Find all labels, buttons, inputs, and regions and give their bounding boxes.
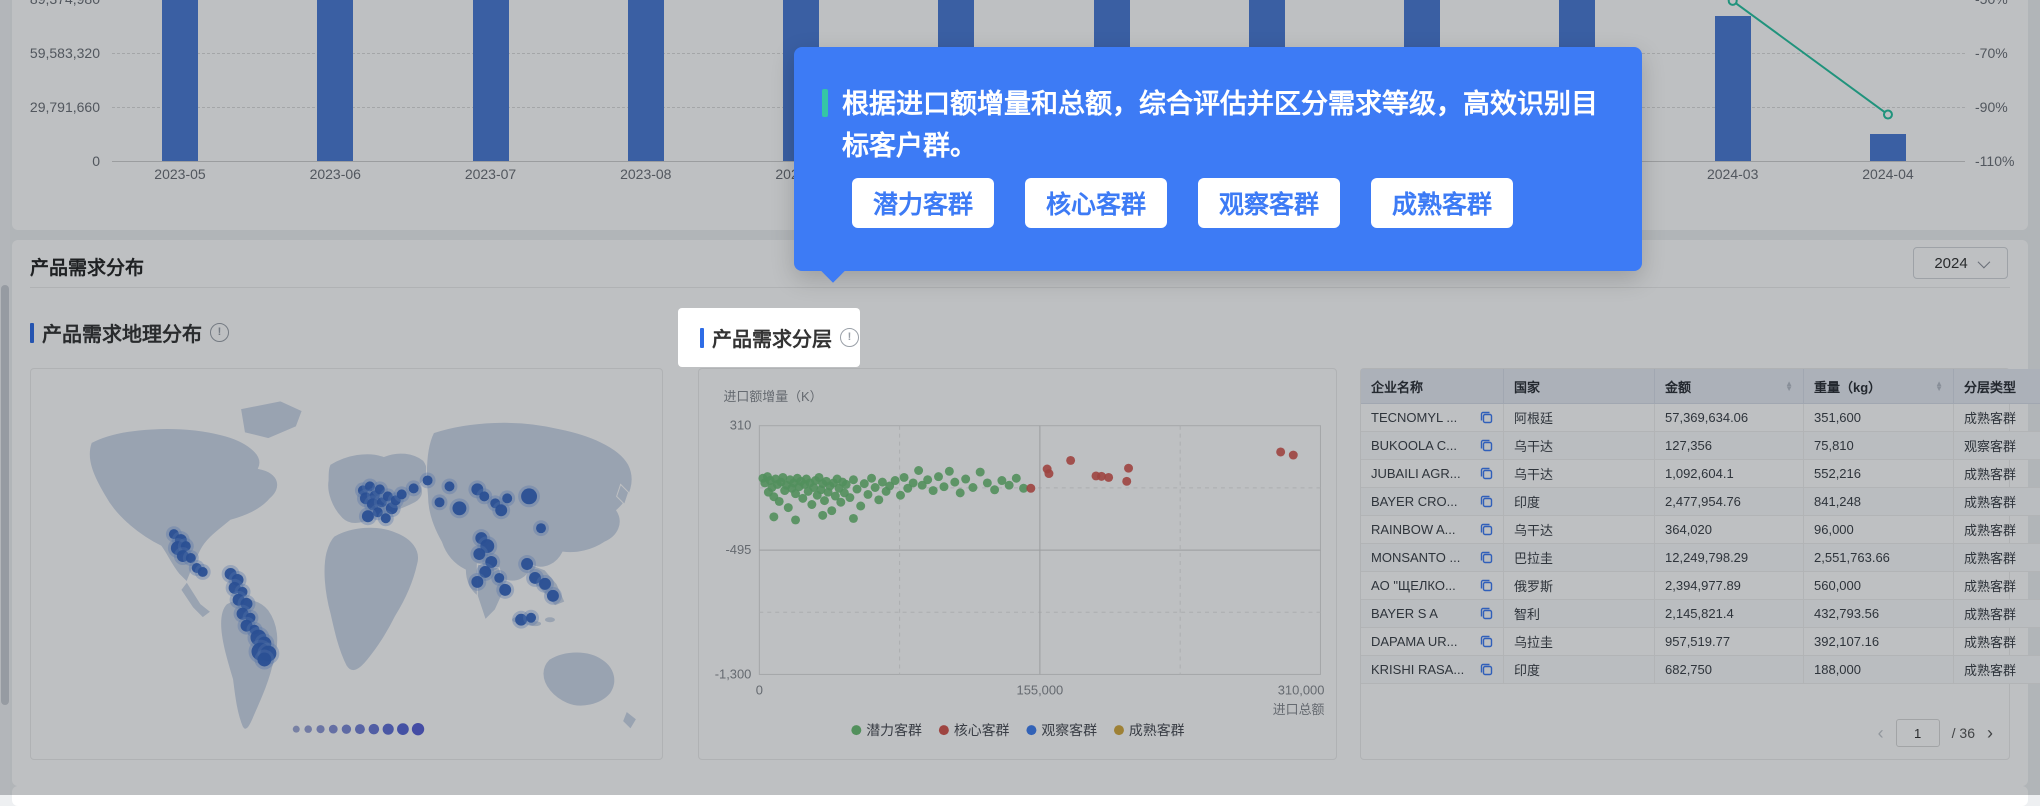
title-accent-bar xyxy=(700,328,704,348)
tooltip-segment-button[interactable]: 核心客群 xyxy=(1025,178,1167,228)
tooltip-text: 根据进口额增量和总额，综合评估并区分需求等级，高效识别目标客户群。 xyxy=(842,83,1612,167)
tooltip-buttons: 潜力客群核心客群观察客群成熟客群 xyxy=(852,178,1513,228)
strat-panel-title-spotlight: 产品需求分层 ! xyxy=(678,308,860,367)
tour-tooltip: 根据进口额增量和总额，综合评估并区分需求等级，高效识别目标客户群。 潜力客群核心… xyxy=(794,47,1642,271)
tooltip-segment-button[interactable]: 潜力客群 xyxy=(852,178,994,228)
tooltip-segment-button[interactable]: 观察客群 xyxy=(1198,178,1340,228)
tooltip-segment-button[interactable]: 成熟客群 xyxy=(1371,178,1513,228)
tooltip-accent-bar xyxy=(822,89,828,117)
info-icon[interactable]: ! xyxy=(840,328,859,347)
strat-panel-title-label: 产品需求分层 xyxy=(712,323,832,352)
